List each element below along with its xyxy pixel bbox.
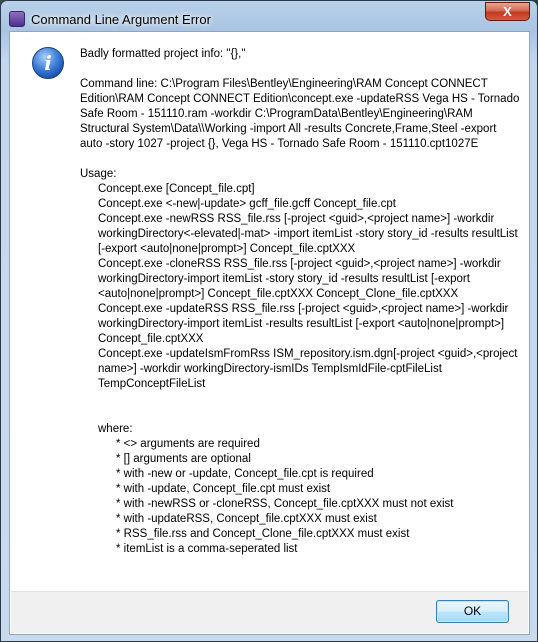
button-bar: OK	[11, 591, 528, 633]
usage-line: Concept.exe -updateIsmFromRss ISM_reposi…	[98, 348, 518, 390]
dialog-body: i Badly formatted project info: "{}," Co…	[9, 31, 530, 635]
where-line: * with -updateRSS, Concept_file.cptXXX m…	[116, 513, 377, 525]
usage-line: Concept.exe <-new|-update> gcff_file.gcf…	[98, 198, 396, 210]
where-header: where:	[98, 423, 133, 435]
app-icon	[9, 11, 25, 27]
where-line: * RSS_file.rss and Concept_Clone_file.cp…	[116, 528, 410, 540]
where-line: * with -newRSS or -cloneRSS, Concept_fil…	[116, 498, 454, 510]
usage-header: Usage:	[80, 168, 117, 180]
close-button[interactable]: X	[485, 2, 530, 21]
usage-line: Concept.exe -cloneRSS RSS_file.rss [-pro…	[98, 258, 501, 300]
usage-line: Concept.exe -newRSS RSS_file.rss [-proje…	[98, 213, 518, 255]
message-text: Badly formatted project info: "{}," Comm…	[80, 47, 520, 557]
where-line: * <> arguments are required	[116, 438, 260, 450]
ok-button[interactable]: OK	[436, 600, 509, 623]
usage-line: Concept.exe -updateRSS RSS_file.rss [-pr…	[98, 303, 509, 345]
error-summary: Badly formatted project info: "{},"	[80, 48, 246, 60]
command-line-text: Command line: C:\Program Files\Bentley\E…	[80, 78, 520, 150]
usage-line: Concept.exe [Concept_file.cpt]	[98, 183, 255, 195]
error-dialog: Command Line Argument Error X i Badly fo…	[0, 0, 538, 642]
title-bar[interactable]: Command Line Argument Error X	[1, 1, 537, 35]
window-title: Command Line Argument Error	[31, 12, 211, 27]
where-line: * itemList is a comma-seperated list	[116, 543, 298, 555]
info-icon: i	[32, 47, 64, 79]
where-line: * with -new or -update, Concept_file.cpt…	[116, 468, 374, 480]
where-line: * with -update, Concept_file.cpt must ex…	[116, 483, 331, 495]
where-line: * [] arguments are optional	[116, 453, 251, 465]
